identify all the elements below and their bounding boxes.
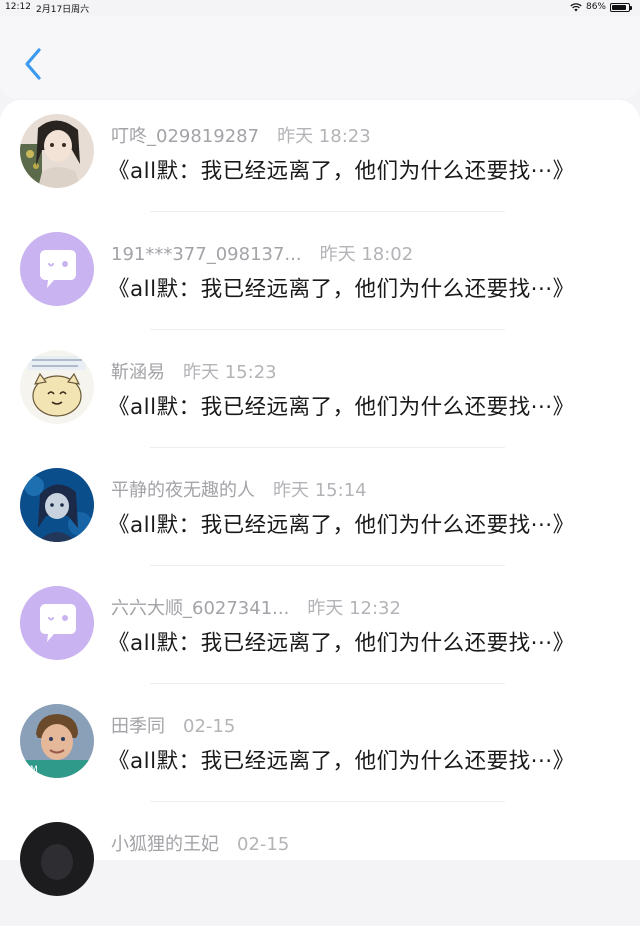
- status-date: 2月17日周六: [36, 5, 90, 15]
- list-item[interactable]: 平静的夜无趣的人 昨天 15:14 《all默：我已经远离了，他们为什么还要找··…: [0, 454, 640, 572]
- svg-text:M: M: [30, 765, 38, 775]
- name-line: 叮咚_029819287 昨天 18:23: [111, 122, 371, 148]
- message-preview: 《all默：我已经远离了，他们为什么还要找···》: [108, 513, 575, 538]
- message-time: 昨天 15:23: [183, 362, 277, 383]
- divider: [150, 211, 505, 212]
- sender-name: 小狐狸的王妃: [111, 834, 219, 855]
- message-preview: 《all默：我已经远离了，他们为什么还要找···》: [108, 631, 575, 656]
- message-preview: 《all默：我已经远离了，他们为什么还要找···》: [108, 159, 575, 184]
- battery-percent: 86%: [585, 2, 606, 12]
- list-item[interactable]: 191***377_098137... 昨天 18:02 《all默：我已经远离了…: [0, 218, 640, 336]
- message-time: 昨天 18:02: [319, 244, 414, 265]
- list-item[interactable]: 小狐狸的王妃 02-15: [0, 808, 640, 926]
- message-time: 02-15: [237, 834, 290, 855]
- divider: [150, 801, 505, 802]
- message-time: 昨天 15:14: [273, 480, 367, 501]
- message-list: 叮咚_029819287 昨天 18:23 《all默：我已经远离了，他们为什么还…: [0, 100, 640, 896]
- name-line: 靳涵易 昨天 15:23: [111, 358, 277, 384]
- sender-name: 靳涵易: [111, 362, 165, 383]
- avatar[interactable]: [20, 822, 94, 896]
- sender-name: 田季同: [111, 716, 165, 737]
- sender-name: 六六大顺_6027341...: [111, 598, 290, 619]
- wifi-icon: [570, 2, 582, 11]
- message-time: 02-15: [183, 716, 236, 737]
- message-time: 昨天 12:32: [307, 598, 401, 619]
- message-time: 昨天 18:23: [277, 126, 371, 147]
- message-preview: 《all默：我已经远离了，他们为什么还要找···》: [108, 749, 575, 774]
- sender-name: 191***377_098137...: [111, 244, 302, 265]
- divider: [150, 683, 505, 684]
- name-line: 平静的夜无趣的人 昨天 15:14: [111, 476, 367, 502]
- name-line: 191***377_098137... 昨天 18:02: [111, 240, 413, 266]
- divider: [150, 447, 505, 448]
- sender-name: 叮咚_029819287: [111, 126, 260, 147]
- list-item[interactable]: M 田季同 02-15 《all默：我已经远离了，他们为什么还要找···》: [0, 690, 640, 808]
- divider: [150, 329, 505, 330]
- status-time: 12:12: [5, 2, 31, 12]
- name-line: 田季同 02-15: [111, 712, 235, 738]
- message-preview: 《all默：我已经远离了，他们为什么还要找···》: [108, 277, 575, 302]
- avatar[interactable]: M: [20, 704, 94, 778]
- avatar[interactable]: [20, 586, 94, 660]
- list-item[interactable]: 叮咚_029819287 昨天 18:23 《all默：我已经远离了，他们为什么还…: [0, 100, 640, 218]
- header: [0, 16, 640, 98]
- avatar[interactable]: [20, 468, 94, 542]
- name-line: 六六大顺_6027341... 昨天 12:32: [111, 594, 401, 620]
- avatar[interactable]: [20, 350, 94, 424]
- avatar[interactable]: [20, 232, 94, 306]
- avatar[interactable]: [20, 114, 94, 188]
- status-bar: 12:12 2月17日周六 86%: [0, 0, 640, 16]
- list-item[interactable]: 靳涵易 昨天 15:23 《all默：我已经远离了，他们为什么还要找···》: [0, 336, 640, 454]
- message-preview: 《all默：我已经远离了，他们为什么还要找···》: [108, 395, 575, 420]
- status-right: 86%: [570, 2, 632, 12]
- name-line: 小狐狸的王妃 02-15: [111, 830, 289, 856]
- chevron-left-icon[interactable]: [20, 46, 48, 82]
- divider: [150, 565, 505, 566]
- battery-icon: [610, 2, 632, 12]
- sender-name: 平静的夜无趣的人: [111, 480, 255, 501]
- list-item[interactable]: 六六大顺_6027341... 昨天 12:32 《all默：我已经远离了，他们为…: [0, 572, 640, 690]
